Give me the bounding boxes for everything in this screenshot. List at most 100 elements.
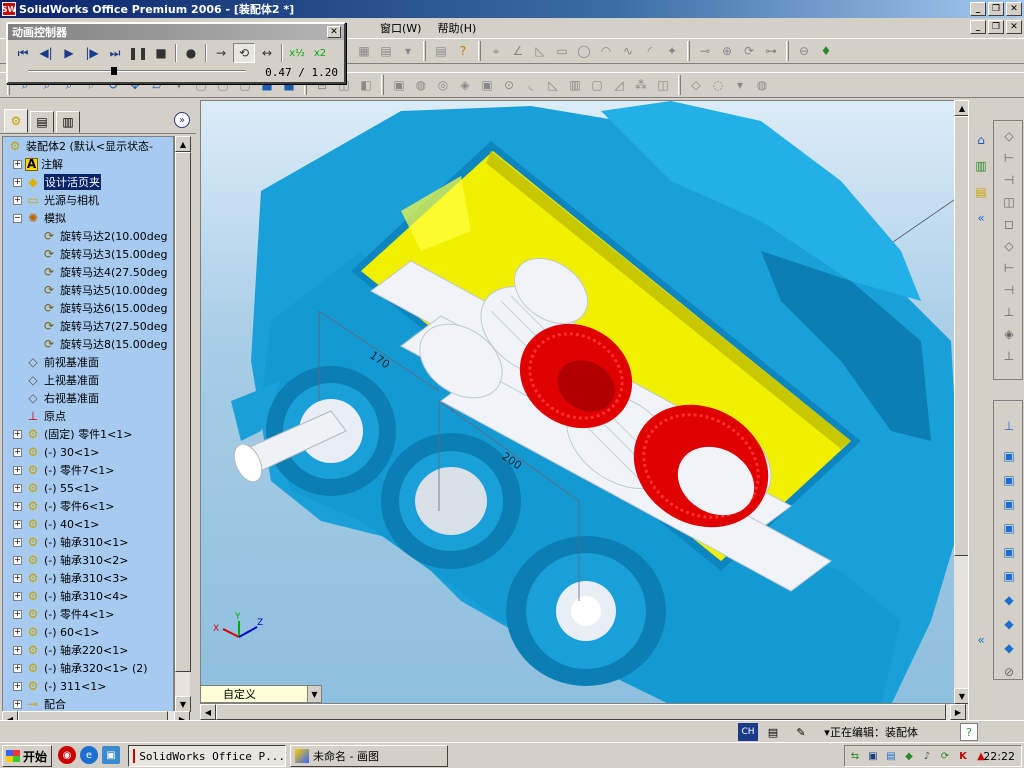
tree-item[interactable]: + ⚙ (-) 零件6<1> bbox=[13, 497, 173, 515]
expand-icon[interactable]: + bbox=[13, 555, 22, 565]
expand-icon[interactable]: + bbox=[13, 177, 22, 187]
tree-item[interactable]: + ◆ 设计活页夹 bbox=[13, 173, 173, 191]
tray-volume-icon[interactable]: ♪ bbox=[919, 748, 935, 764]
expand-icon[interactable]: + bbox=[13, 195, 22, 205]
playback-slider[interactable] bbox=[28, 67, 246, 75]
tree-vertical-scrollbar[interactable]: ▲ ▼ bbox=[174, 136, 191, 712]
isometric-view-icon[interactable]: ◆ bbox=[999, 590, 1019, 610]
tray-nvidia-icon[interactable]: ▣ bbox=[865, 748, 881, 764]
reference-geometry-icon[interactable]: ◇ bbox=[686, 75, 706, 95]
sketch-tool-1-icon[interactable]: ◇ bbox=[999, 126, 1019, 146]
curves-icon[interactable]: ◌ bbox=[708, 75, 728, 95]
quicklaunch-app-icon[interactable]: ◉ bbox=[58, 746, 76, 764]
show-desktop-icon[interactable]: ▣ bbox=[102, 746, 120, 764]
collapse-pane-icon[interactable]: « bbox=[971, 208, 991, 228]
animation-controller[interactable]: 动画控制器 ✕ ⏮ ◀| ▶ |▶ ⏭ ❚❚ ■ ● → ⟲ ↔ x½ x2 0… bbox=[6, 22, 346, 84]
tree-item[interactable]: + ⚙ (固定) 零件1<1> bbox=[13, 425, 173, 443]
minimize-button[interactable]: _ bbox=[970, 2, 986, 16]
tree-item[interactable]: + ⚙ (-) 零件7<1> bbox=[13, 461, 173, 479]
feature-tree[interactable]: ⚙ 装配体2 (默认<显示状态- + A 注解 + ◆ 设计活页夹 + ▭ 光源与相机 − ✺ 模拟 ⟳… bbox=[2, 136, 174, 712]
tray-k-icon[interactable]: K bbox=[955, 748, 971, 764]
menu-help[interactable]: 帮助(H) bbox=[429, 20, 484, 36]
scroll-thumb[interactable] bbox=[175, 152, 191, 672]
tree-item[interactable]: ⟳ 旋转马达7(27.50deg bbox=[29, 317, 173, 335]
sketch-tool-2-icon[interactable]: ⊢ bbox=[999, 148, 1019, 168]
step-back-icon[interactable]: ◀| bbox=[35, 43, 57, 63]
restore-button[interactable]: ❐ bbox=[988, 2, 1004, 16]
chamfer-icon[interactable]: ◺ bbox=[543, 75, 563, 95]
revolve-icon[interactable]: ◍ bbox=[411, 75, 431, 95]
tray-network-icon[interactable]: ⇆ bbox=[847, 748, 863, 764]
tree-item[interactable]: + ⚙ (-) 轴承310<3> bbox=[13, 569, 173, 587]
tree-item[interactable]: + ⚙ (-) 55<1> bbox=[13, 479, 173, 497]
doc-minimize-button[interactable]: _ bbox=[970, 20, 986, 34]
step-forward-icon[interactable]: |▶ bbox=[81, 43, 103, 63]
tree-item[interactable]: ⟳ 旋转马达3(15.00deg bbox=[29, 245, 173, 263]
sketch-tool-11-icon[interactable]: ⊥ bbox=[999, 346, 1019, 366]
line-icon[interactable]: ◺ bbox=[530, 41, 550, 61]
tree-root[interactable]: ⚙ 装配体2 (默认<显示状态- bbox=[7, 137, 173, 155]
explode-icon[interactable]: ⊶ bbox=[761, 41, 781, 61]
expand-icon[interactable]: + bbox=[13, 645, 22, 655]
extrude-icon[interactable]: ▣ bbox=[389, 75, 409, 95]
options-icon[interactable]: ▤ bbox=[376, 41, 396, 61]
tree-item[interactable]: + ⚙ (-) 60<1> bbox=[13, 623, 173, 641]
tree-item[interactable]: + ⊸ 配合 bbox=[13, 695, 173, 711]
tree-item[interactable]: ⊥ 原点 bbox=[13, 407, 173, 425]
top-view-icon[interactable]: ▣ bbox=[999, 542, 1019, 562]
file-explorer-icon[interactable]: ▤ bbox=[971, 182, 991, 202]
draft-icon[interactable]: ◿ bbox=[609, 75, 629, 95]
property-manager-tab[interactable]: ▤ bbox=[30, 111, 54, 133]
mate-icon[interactable]: ⊸ bbox=[695, 41, 715, 61]
smart-dimension-icon[interactable]: ∠ bbox=[508, 41, 528, 61]
sketch-tool-4-icon[interactable]: ◫ bbox=[999, 192, 1019, 212]
start-button[interactable]: 开始 bbox=[2, 745, 52, 767]
feature-manager-tab[interactable]: ⚙ bbox=[4, 109, 28, 133]
hole-wizard-icon[interactable]: ⊙ bbox=[499, 75, 519, 95]
trimetric-view-icon[interactable]: ◆ bbox=[999, 614, 1019, 634]
tree-item[interactable]: + ⚙ (-) 311<1> bbox=[13, 677, 173, 695]
expand-icon[interactable]: + bbox=[13, 609, 22, 619]
collapse-icon[interactable]: − bbox=[13, 213, 22, 223]
rib-icon[interactable]: ▥ bbox=[565, 75, 585, 95]
skip-to-start-icon[interactable]: ⏮ bbox=[12, 43, 34, 63]
doc-restore-button[interactable]: ❐ bbox=[988, 20, 1004, 34]
tree-item[interactable]: ⟳ 旋转马达8(15.00deg bbox=[29, 335, 173, 353]
task-paint[interactable]: 未命名 - 画图 bbox=[290, 745, 448, 767]
tree-item[interactable]: ⟳ 旋转马达5(10.00deg bbox=[29, 281, 173, 299]
help-status-icon[interactable]: ? bbox=[960, 723, 978, 741]
right-view-icon[interactable]: ▣ bbox=[999, 518, 1019, 538]
close-button[interactable]: ✕ bbox=[1006, 2, 1022, 16]
rebuild-status-icon[interactable]: ▤ bbox=[764, 723, 782, 741]
instant3d-icon[interactable]: ▾ bbox=[730, 75, 750, 95]
animation-controller-title[interactable]: 动画控制器 bbox=[8, 24, 344, 40]
tree-item[interactable]: + A 注解 bbox=[13, 155, 173, 173]
pattern-icon[interactable]: ⁂ bbox=[631, 75, 651, 95]
shell-icon[interactable]: ▢ bbox=[587, 75, 607, 95]
graphics-area[interactable]: 170 200 X Y Z bbox=[200, 100, 966, 704]
tree-item[interactable]: + ⚙ (-) 30<1> bbox=[13, 443, 173, 461]
panel-expand-icon[interactable]: » bbox=[174, 112, 190, 128]
spline-icon[interactable]: ∿ bbox=[618, 41, 638, 61]
scroll-down-button[interactable]: ▼ bbox=[175, 696, 191, 712]
fillet-icon[interactable]: ◟ bbox=[521, 75, 541, 95]
tree-item[interactable]: ⟳ 旋转马达6(15.00deg bbox=[29, 299, 173, 317]
rebuild-icon[interactable]: ▦ bbox=[354, 41, 374, 61]
doc-close-button[interactable]: ✕ bbox=[1006, 20, 1022, 34]
sketch-tool-3-icon[interactable]: ⊣ bbox=[999, 170, 1019, 190]
vp-scroll-right-button[interactable]: ▶ bbox=[950, 704, 966, 720]
speed-half-button[interactable]: x½ bbox=[286, 43, 308, 63]
solidworks-app-icon[interactable]: SW bbox=[2, 2, 16, 16]
tray-display-icon[interactable]: ▤ bbox=[883, 748, 899, 764]
tree-item[interactable]: ◇ 右视基准面 bbox=[13, 389, 173, 407]
front-view-icon[interactable]: ▣ bbox=[999, 446, 1019, 466]
tray-sync-icon[interactable]: ⟳ bbox=[937, 748, 953, 764]
tree-item[interactable]: + ⚙ (-) 轴承310<1> bbox=[13, 533, 173, 551]
back-view-icon[interactable]: ▣ bbox=[999, 470, 1019, 490]
expand-icon[interactable]: + bbox=[13, 591, 22, 601]
vp-scroll-left-button[interactable]: ◀ bbox=[200, 704, 216, 720]
tray-security-icon[interactable]: ◆ bbox=[901, 748, 917, 764]
internet-explorer-icon[interactable]: e bbox=[80, 746, 98, 764]
tree-item[interactable]: ◇ 前视基准面 bbox=[13, 353, 173, 371]
tree-item[interactable]: ◇ 上视基准面 bbox=[13, 371, 173, 389]
